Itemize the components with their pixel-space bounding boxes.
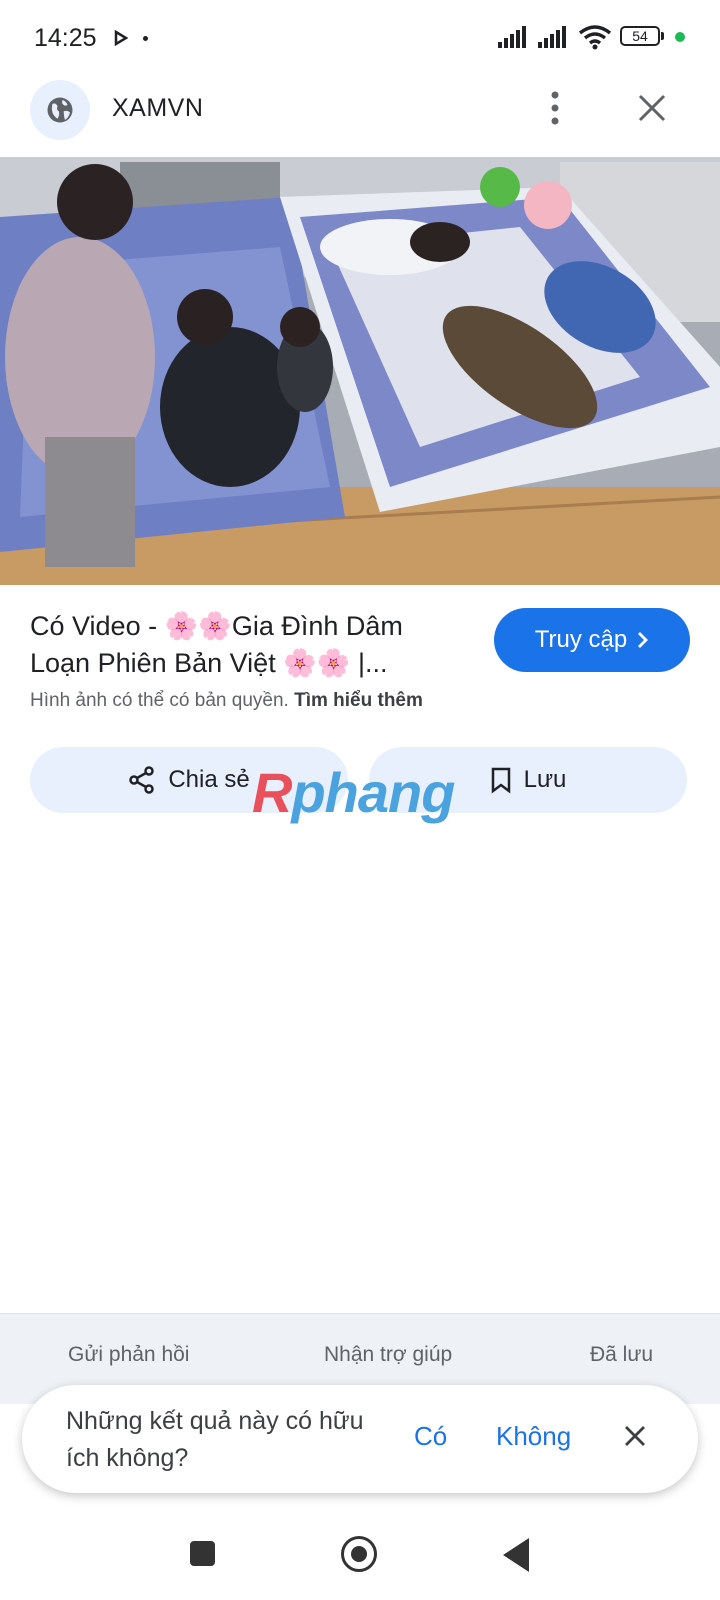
visit-button[interactable]: Truy cập	[494, 608, 690, 672]
more-vertical-icon[interactable]	[548, 90, 562, 126]
notification-dot	[143, 36, 148, 41]
signal-icon	[538, 26, 566, 48]
visit-label: Truy cập	[534, 626, 628, 653]
get-help-link[interactable]: Nhận trợ giúp	[324, 1343, 452, 1367]
battery-level: 54	[632, 28, 648, 44]
home-button-dot	[351, 1546, 367, 1562]
bedroom-photo	[0, 157, 720, 585]
battery-icon: 54	[620, 26, 660, 46]
share-label: Chia sẻ	[168, 766, 250, 793]
save-label: Lưu	[523, 766, 567, 793]
signal-icon	[498, 26, 526, 48]
copyright-notice: Hình ảnh có thể có bản quyền. Tìm hiểu t…	[30, 690, 423, 712]
wifi-icon	[578, 25, 612, 50]
feedback-question: Những kết quả này có hữu ích không?	[66, 1407, 364, 1472]
globe-icon	[47, 97, 73, 123]
feedback-no-button[interactable]: Không	[496, 1421, 571, 1452]
send-feedback-link[interactable]: Gửi phản hồi	[68, 1343, 189, 1367]
result-title[interactable]: Có Video - 🌸🌸Gia Đình Dâm Loạn Phiên Bản…	[30, 608, 460, 682]
home-button[interactable]	[341, 1536, 377, 1572]
back-button[interactable]	[503, 1538, 529, 1572]
saved-link[interactable]: Đã lưu	[590, 1343, 653, 1367]
recents-button[interactable]	[190, 1541, 215, 1566]
close-icon[interactable]	[624, 1425, 646, 1447]
result-image[interactable]	[0, 157, 720, 585]
feedback-yes-button[interactable]: Có	[414, 1421, 447, 1452]
bookmark-icon	[491, 767, 510, 794]
copyright-text: Hình ảnh có thể có bản quyền.	[30, 690, 289, 711]
feedback-prompt: Những kết quả này có hữu ích không? Có K…	[22, 1385, 698, 1493]
site-name: XAMVN	[112, 94, 204, 122]
chevron-right-icon	[638, 632, 649, 648]
close-icon[interactable]	[638, 94, 666, 122]
privacy-indicator-dot	[675, 32, 685, 42]
share-icon	[129, 766, 155, 794]
site-favicon	[30, 80, 90, 140]
play-icon	[114, 30, 128, 46]
battery-tip	[661, 32, 664, 40]
share-button[interactable]: Chia sẻ	[30, 747, 348, 813]
status-time: 14:25	[34, 24, 97, 52]
status-bar: 14:25 54	[0, 0, 720, 74]
learn-more-link[interactable]: Tìm hiểu thêm	[294, 690, 423, 711]
save-button[interactable]: Lưu	[369, 747, 687, 813]
